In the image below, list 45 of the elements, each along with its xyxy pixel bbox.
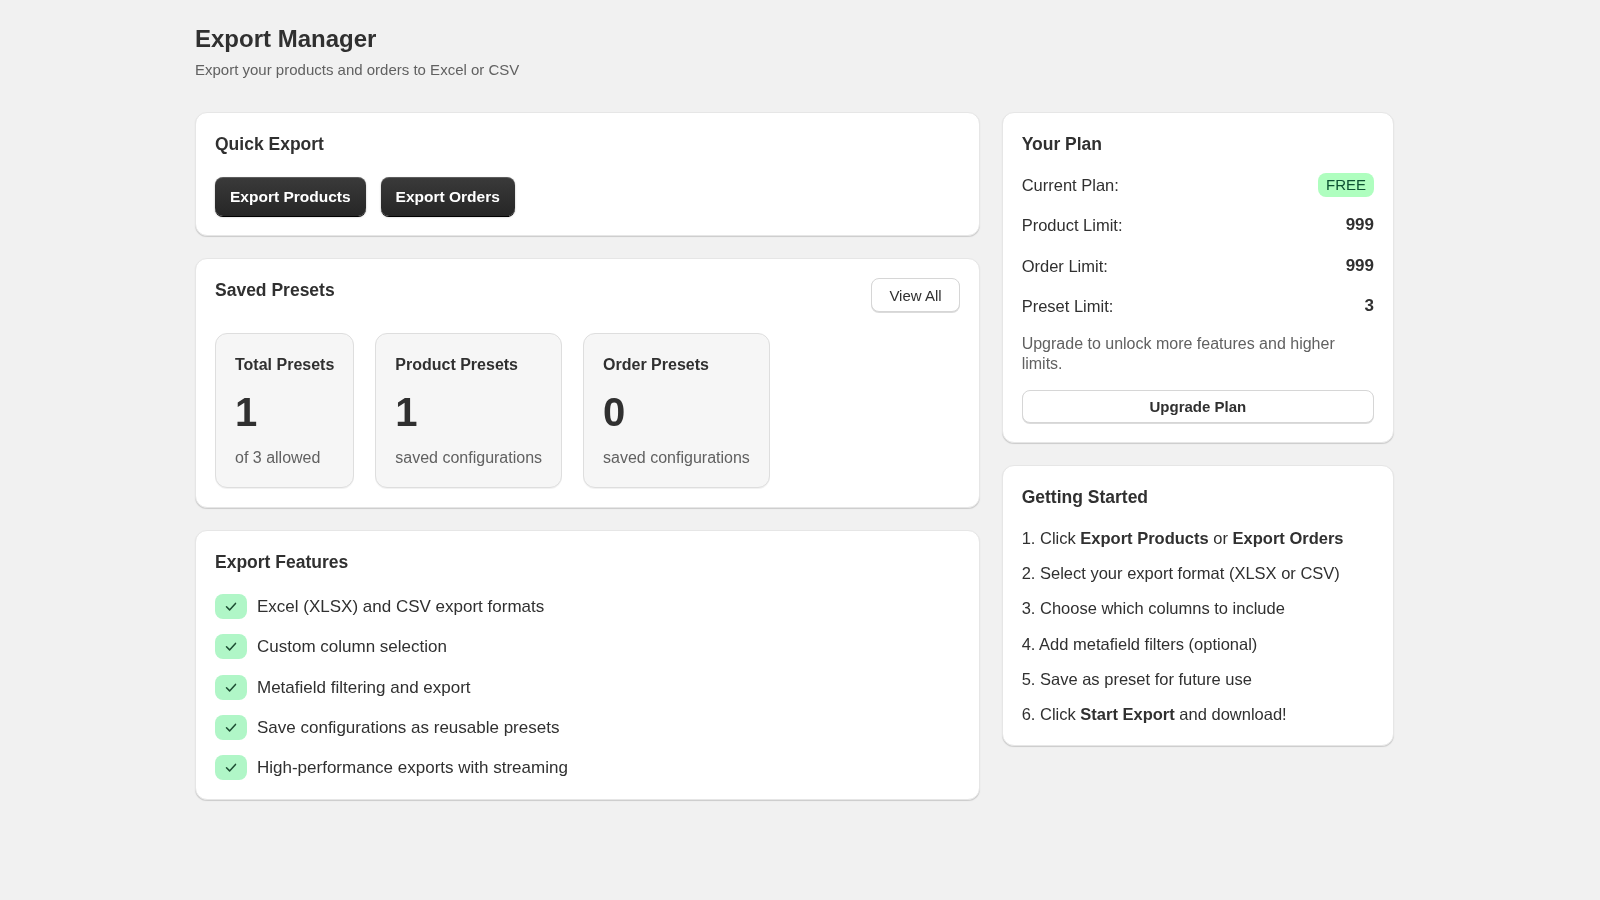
stat-label: Order Presets [603,355,709,375]
stat-value: 0 [603,389,626,436]
plan-label: Product Limit: [1021,215,1123,237]
view-all-button[interactable]: View All [871,278,960,312]
stat-label: Product Presets [395,355,518,375]
stat-caption: saved configurations [603,448,750,468]
limit-value: 999 [1345,254,1374,277]
step-text: 4. Add metafield filters (optional) [1021,633,1258,655]
step-text: 5. Save as preset for future use [1021,669,1252,691]
plan-label: Current Plan: [1021,175,1119,196]
check-icon [215,594,247,619]
page-subtitle: Export your products and orders to Excel or CSV [195,60,520,80]
stat-value: 1 [395,389,418,436]
plan-label: Preset Limit: [1021,295,1114,317]
feature-text: Custom column selection [257,636,447,659]
stat-caption: saved configurations [395,448,543,468]
step-text: 6. Click Start Export and download! [1021,704,1287,726]
step-text: 1. Click Export Products or Export Orders [1021,527,1344,549]
upgrade-note: Upgrade to unlock more features and higher limits. [1021,333,1336,374]
check-icon [215,634,247,660]
check-icon [215,714,247,740]
card-title: Export Features [215,551,349,574]
feature-text: High-performance exports with streaming [257,757,568,780]
check-icon [215,755,247,781]
plan-badge: FREE [1318,173,1374,197]
card-title: Your Plan [1021,133,1103,156]
upgrade-button[interactable]: Upgrade Plan [1021,389,1374,423]
stat-caption: of 3 allowed [235,448,321,468]
card-title: Saved Presets [215,279,335,302]
export-button[interactable]: Export Products [215,177,366,216]
step-text: 3. Choose which columns to include [1021,598,1285,620]
plan-label: Order Limit: [1021,255,1108,277]
check-icon [215,674,247,700]
card-title: Quick Export [215,133,324,156]
feature-text: Excel (XLSX) and CSV export formats [257,596,545,618]
limit-value: 3 [1364,294,1374,317]
stat-value: 1 [235,389,258,436]
feature-text: Save configurations as reusable presets [257,716,560,739]
card-title: Getting Started [1021,485,1149,509]
step-text: 2. Select your export format (XLSX or CSV) [1021,563,1340,585]
export-button[interactable]: Export Orders [380,177,515,216]
page-title: Export Manager [195,24,377,54]
feature-text: Metafield filtering and export [257,676,471,699]
stat-label: Total Presets [235,355,335,375]
limit-value: 999 [1345,214,1374,237]
